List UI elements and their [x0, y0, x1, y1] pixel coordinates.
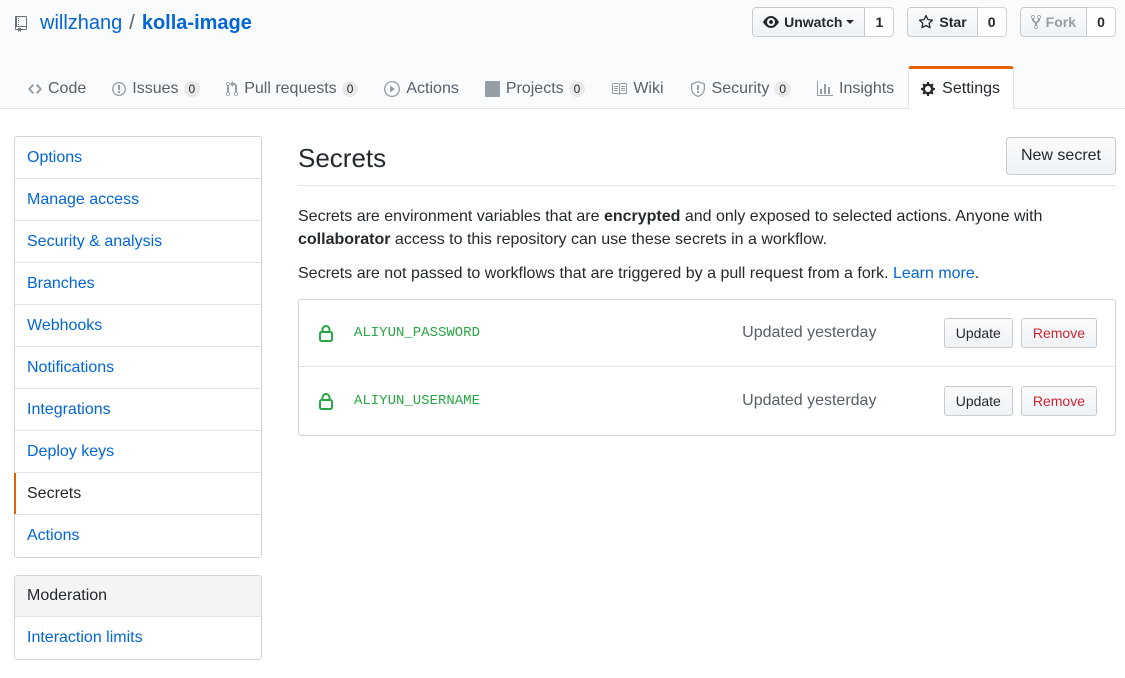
- book-icon: [612, 82, 628, 95]
- tab-label: Projects: [505, 79, 564, 97]
- tab-label: Issues: [132, 79, 179, 97]
- issue-icon: [112, 81, 127, 96]
- issues-counter: 0: [183, 80, 201, 97]
- settings-menu: Options Manage access Security & analysi…: [14, 136, 262, 558]
- star-count[interactable]: 0: [977, 7, 1007, 37]
- desc-text: access to this repository can use these …: [390, 231, 828, 248]
- star-group: Star 0: [907, 7, 1007, 37]
- remove-secret-button[interactable]: Remove: [1020, 318, 1097, 348]
- tab-wiki[interactable]: Wiki: [599, 66, 677, 109]
- tab-label: Pull requests: [244, 79, 337, 97]
- secrets-list: ALIYUN_PASSWORD Updated yesterday Update…: [298, 299, 1116, 436]
- tab-settings[interactable]: Settings: [908, 66, 1014, 110]
- tab-actions[interactable]: Actions: [372, 66, 472, 109]
- star-button[interactable]: Star: [907, 7, 978, 37]
- watch-group: Unwatch 1: [752, 7, 895, 37]
- tab-label: Wiki: [633, 79, 664, 97]
- repo-name-link[interactable]: kolla-image: [142, 12, 252, 35]
- repo-separator: /: [129, 11, 135, 34]
- watch-label: Unwatch: [784, 14, 843, 30]
- watch-button[interactable]: Unwatch: [752, 7, 866, 37]
- sidebar-item-secrets[interactable]: Secrets: [14, 473, 261, 515]
- repo-owner-link[interactable]: willzhang: [40, 12, 122, 35]
- lock-icon: [319, 393, 333, 410]
- desc-text: and only exposed to selected actions. An…: [680, 208, 1043, 225]
- repo-header: willzhang / kolla-image Unwatch 1 Star 0…: [0, 0, 1125, 110]
- sidebar-item-actions[interactable]: Actions: [15, 515, 261, 557]
- repo-actions: Unwatch 1 Star 0 Fork 0: [752, 7, 1116, 37]
- tab-code[interactable]: Code: [16, 66, 100, 109]
- sidebar-item-webhooks[interactable]: Webhooks: [15, 305, 261, 347]
- star-label: Star: [939, 14, 967, 30]
- update-secret-button[interactable]: Update: [943, 386, 1013, 416]
- tab-label: Insights: [839, 79, 895, 97]
- secrets-panel: Secrets New secret Secrets are environme…: [298, 137, 1116, 436]
- play-icon: [384, 80, 401, 97]
- fork-count[interactable]: 0: [1087, 7, 1116, 37]
- sidebar-item-branches[interactable]: Branches: [15, 263, 261, 305]
- sidebar-item-manage-access[interactable]: Manage access: [15, 179, 261, 221]
- moderation-menu: Moderation Interaction limits: [14, 575, 262, 660]
- repo-icon: [15, 16, 27, 32]
- desc-text: Secrets are environment variables that a…: [298, 208, 604, 225]
- graph-icon: [817, 80, 834, 96]
- tab-insights[interactable]: Insights: [805, 66, 908, 109]
- sidebar-item-interaction-limits[interactable]: Interaction limits: [15, 617, 261, 659]
- fork-label: Fork: [1045, 14, 1076, 30]
- fork-group: Fork 0: [1019, 7, 1116, 37]
- tab-label: Code: [48, 79, 87, 97]
- pull-request-icon: [226, 80, 239, 96]
- fork-note-period: .: [974, 265, 980, 282]
- repo-title: willzhang / kolla-image: [14, 10, 252, 36]
- sidebar-item-deploy-keys[interactable]: Deploy keys: [15, 431, 261, 473]
- sidebar-item-notifications[interactable]: Notifications: [15, 347, 261, 389]
- sidebar-item-security-analysis[interactable]: Security & analysis: [15, 221, 261, 263]
- secret-name: ALIYUN_USERNAME: [353, 393, 480, 409]
- tab-label: Settings: [942, 80, 1000, 97]
- fork-icon: [1030, 14, 1041, 30]
- list-item: ALIYUN_PASSWORD Updated yesterday Update…: [299, 300, 1115, 367]
- sidebar-item-options[interactable]: Options: [15, 137, 261, 179]
- star-icon: [919, 14, 934, 29]
- fork-note: Secrets are not passed to workflows that…: [298, 262, 1116, 285]
- remove-secret-button[interactable]: Remove: [1020, 386, 1097, 416]
- new-secret-button[interactable]: New secret: [1005, 137, 1116, 175]
- desc-emphasis-collaborator: collaborator: [298, 231, 391, 248]
- secret-updated: Updated yesterday: [742, 392, 877, 409]
- tab-projects[interactable]: Projects 0: [473, 66, 599, 109]
- eye-icon: [763, 16, 780, 28]
- lock-icon: [319, 325, 333, 342]
- tab-pull-requests[interactable]: Pull requests 0: [214, 66, 372, 109]
- project-icon: [484, 80, 500, 97]
- list-item: ALIYUN_USERNAME Updated yesterday Update…: [299, 367, 1115, 435]
- subhead: Secrets New secret: [298, 137, 1116, 186]
- projects-counter: 0: [568, 80, 586, 97]
- secret-name: ALIYUN_PASSWORD: [353, 325, 480, 341]
- tab-security[interactable]: Security 0: [678, 66, 805, 109]
- repo-nav: Code Issues 0 Pull requests 0 Actions Pr…: [16, 66, 1014, 110]
- moderation-heading: Moderation: [15, 576, 261, 617]
- tab-label: Security: [711, 79, 770, 97]
- update-secret-button[interactable]: Update: [943, 318, 1013, 348]
- code-icon: [28, 83, 42, 94]
- pull-requests-counter: 0: [341, 80, 359, 97]
- tab-label: Actions: [406, 79, 459, 97]
- gear-icon: [921, 82, 936, 96]
- shield-icon: [690, 80, 705, 97]
- tab-issues[interactable]: Issues 0: [100, 66, 214, 109]
- watch-count[interactable]: 1: [865, 7, 895, 37]
- sidebar-item-integrations[interactable]: Integrations: [15, 389, 261, 431]
- fork-button[interactable]: Fork: [1019, 7, 1087, 37]
- learn-more-link[interactable]: Learn more: [893, 265, 975, 282]
- secrets-description: Secrets are environment variables that a…: [298, 205, 1116, 251]
- chevron-down-icon: [846, 20, 855, 24]
- desc-emphasis-encrypted: encrypted: [603, 208, 681, 225]
- secret-updated: Updated yesterday: [742, 324, 877, 341]
- security-counter: 0: [774, 80, 792, 97]
- page-title: Secrets: [298, 143, 387, 173]
- fork-note-text: Secrets are not passed to workflows that…: [298, 265, 893, 282]
